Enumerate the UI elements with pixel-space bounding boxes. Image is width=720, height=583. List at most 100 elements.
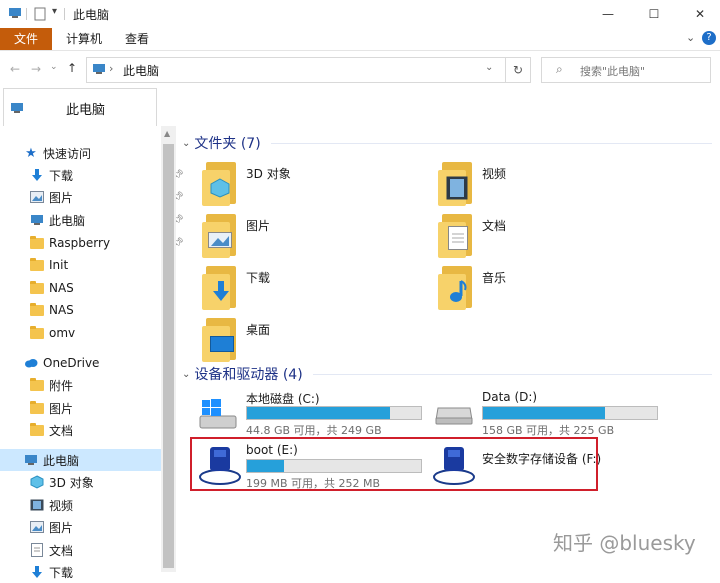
folder-item-pictures[interactable]: 图片 [202,212,412,262]
download-icon [30,565,44,579]
drive-label: 本地磁盘 (C:) [246,392,320,406]
tab-computer[interactable]: 计算机 [54,28,114,50]
nav-label: 视频 [49,498,74,513]
expand-ribbon-icon[interactable]: ⌄ [686,31,695,44]
tab-strip: 此电脑 [0,88,720,126]
breadcrumb-separator-icon[interactable]: › [109,62,113,75]
nav-scrollbar-thumb[interactable] [163,144,174,568]
download-icon [30,168,44,182]
folder-item-downloads[interactable]: 下载 [202,264,412,314]
minimize-icon: — [602,7,614,21]
folder-label: 视频 [482,167,507,181]
folder-icon [30,280,44,295]
cloud-icon [24,356,38,370]
scroll-up-icon[interactable]: ▲ [164,129,170,138]
videos-icon [438,160,476,206]
highlight-box [190,437,598,491]
hard-drive-icon [434,400,474,429]
minimize-button[interactable]: — [585,0,631,28]
search-input[interactable]: ⌕ 搜索"此电脑" [541,57,711,83]
windows-drive-icon [198,398,238,433]
pictures-icon [202,212,240,258]
close-icon: ✕ [694,7,706,21]
back-icon[interactable]: ← [10,62,20,76]
tab-file[interactable]: 文件 [0,28,52,50]
folder-label: 文档 [482,219,507,233]
help-icon[interactable]: ? [702,31,716,45]
folder-label: 图片 [246,219,271,233]
computer-icon [8,7,22,19]
forward-icon[interactable]: → [31,62,41,76]
music-icon [438,264,476,310]
window-title: 此电脑 [73,8,110,22]
drive-item-d[interactable]: Data (D:) 158 GB 可用，共 225 GB [434,388,670,437]
nav-label: OneDrive [43,356,100,370]
nav-label: 3D 对象 [49,475,94,490]
address-dropdown-icon[interactable]: ⌄ [485,62,493,73]
tab-this-pc[interactable]: 此电脑 [3,88,157,126]
chevron-down-icon: ⌄ [182,137,191,149]
title-bar: ▾ 此电脑 — ☐ ✕ [0,0,720,28]
up-icon[interactable]: ↑ [67,61,77,75]
nav-label: 下载 [49,168,74,183]
tab-label: 此电脑 [66,103,106,118]
desktop-icon [202,316,240,362]
folder-icon [30,400,44,415]
close-button[interactable]: ✕ [677,0,720,28]
folder-item-desktop[interactable]: 桌面 [202,316,412,366]
drives-group-header[interactable]: ⌄ 设备和驱动器 (4) [182,364,712,384]
documents-icon [30,543,44,557]
nav-label: 附件 [49,378,74,393]
content-pane: ⌄ 文件夹 (7) 3D 对象 图片 下载 桌面 视频 文档 音乐 ⌄ 设备和驱… [176,126,720,572]
3d-objects-icon [30,475,44,489]
nav-this-pc[interactable]: 此电脑 [0,449,161,471]
videos-icon [30,498,44,512]
computer-icon [10,102,24,114]
folder-item-3d-objects[interactable]: 3D 对象 [202,160,412,210]
nav-label: 图片 [49,520,74,535]
address-bar[interactable]: › 此电脑 ⌄ [86,57,506,83]
nav-label: 文档 [49,423,74,438]
folder-icon [30,235,44,250]
computer-icon [92,63,106,75]
refresh-icon: ↻ [512,63,524,77]
folder-item-documents[interactable]: 文档 [438,212,648,262]
nav-label: omv [49,326,76,340]
folders-group-header[interactable]: ⌄ 文件夹 (7) [182,133,712,153]
computer-icon [24,453,38,467]
nav-label: 文档 [49,543,74,558]
folder-label: 3D 对象 [246,167,291,181]
folder-label: 桌面 [246,323,271,337]
ribbon: 文件 计算机 查看 ⌄ ? [0,28,720,51]
search-icon: ⌕ [556,62,563,76]
nav-label: 快速访问 [43,146,92,161]
refresh-button[interactable]: ↻ [506,57,531,83]
drive-item-c[interactable]: 本地磁盘 (C:) 44.8 GB 可用，共 249 GB [198,388,434,437]
qat-dropdown-icon[interactable]: ▾ [52,6,57,17]
maximize-button[interactable]: ☐ [631,0,677,28]
pictures-icon [30,190,44,204]
group-title: 文件夹 (7) [194,136,261,152]
folder-icon [30,302,44,317]
group-title: 设备和驱动器 (4) [194,367,303,383]
nav-label: 图片 [49,401,74,416]
star-icon: ★ [25,145,37,161]
nav-quick-access[interactable]: ★ 快速访问 [24,142,184,164]
nav-label: 图片 [49,190,74,205]
folder-item-videos[interactable]: 视频 [438,160,648,210]
watermark: 知乎 @bluesky [553,531,696,555]
nav-onedrive[interactable]: OneDrive [24,352,184,374]
nav-label: 此电脑 [43,453,80,468]
properties-icon[interactable] [34,7,46,21]
downloads-icon [202,264,240,310]
breadcrumb[interactable]: 此电脑 [123,62,159,79]
recent-dropdown-icon[interactable]: ⌄ [50,62,58,72]
nav-label: 下载 [49,565,74,580]
maximize-icon: ☐ [648,7,660,21]
nav-label: NAS [49,281,74,295]
3d-objects-icon [202,160,240,206]
search-placeholder: 搜索"此电脑" [580,65,646,78]
tab-view[interactable]: 查看 [113,28,161,50]
folder-item-music[interactable]: 音乐 [438,264,648,314]
drive-space-text: 44.8 GB 可用，共 249 GB [246,424,382,437]
